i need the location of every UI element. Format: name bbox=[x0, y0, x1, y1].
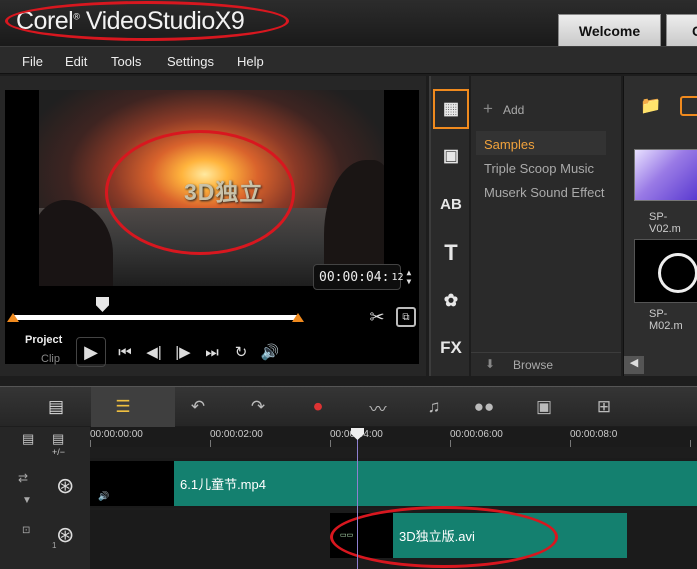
graphic-icon[interactable]: ✿ bbox=[431, 281, 471, 321]
subtitle-editor-icon[interactable]: ▣ bbox=[530, 395, 558, 419]
redo-icon[interactable]: ↷ bbox=[244, 395, 272, 419]
add-label: Add bbox=[502, 103, 525, 117]
clip-thumbnail: 🔊 bbox=[90, 461, 174, 506]
clip-audio-icon: 🔊 bbox=[98, 491, 110, 501]
library-item-samples[interactable]: Samples bbox=[484, 137, 535, 152]
menu-edit[interactable]: Edit bbox=[65, 54, 87, 69]
multi-camera-icon[interactable]: ⊞ bbox=[590, 395, 618, 419]
ruler-label-0: 00:00:00:00 bbox=[90, 429, 143, 440]
scrubber-track[interactable] bbox=[12, 315, 300, 320]
menu-settings[interactable]: Settings bbox=[167, 54, 214, 69]
library-navigation: + Add Samples Triple Scoop Music Muserk S… bbox=[471, 76, 621, 376]
preview-panel: 3D独立 ✂ ⧉ Project Clip ▶ ⏮ ◀| |▶ ⏭ ↻ 🔊 bbox=[0, 76, 426, 376]
add-button[interactable]: + Add bbox=[483, 99, 524, 119]
library-category-strip: ▦ ▣ AB T ✿ FX bbox=[429, 76, 469, 376]
video-clip[interactable]: 6.1儿童节.mp4 bbox=[174, 461, 697, 506]
browse-icon: ⬇ bbox=[485, 357, 496, 371]
scroll-left-icon[interactable]: ◀ bbox=[624, 356, 644, 374]
tab-capture[interactable]: C bbox=[666, 14, 697, 46]
menu-bar: File Edit Tools Settings Help bbox=[0, 46, 697, 74]
timecode-stepper-icon[interactable]: ▲ ▼ bbox=[407, 268, 412, 286]
play-icon[interactable]: ▶ bbox=[76, 337, 106, 367]
record-capture-icon[interactable]: ⏺ bbox=[304, 395, 332, 419]
mode-project[interactable]: Project bbox=[25, 334, 62, 346]
ruler-label-6: 00:00:06:00 bbox=[450, 429, 503, 440]
overlay-track-icon[interactable]: ⊛ bbox=[56, 522, 74, 548]
ruler-label-8: 00:00:08:0 bbox=[570, 429, 618, 440]
tab-welcome[interactable]: Welcome bbox=[558, 14, 661, 46]
zoom-controls[interactable]: +/− bbox=[52, 447, 65, 457]
title-icon[interactable]: T bbox=[431, 233, 471, 273]
menu-file[interactable]: File bbox=[22, 54, 43, 69]
volume-icon[interactable]: 🔊 bbox=[259, 342, 281, 362]
timeline-view-icon[interactable]: ☰ bbox=[109, 395, 137, 419]
ruler-label-2: 00:00:02:00 bbox=[210, 429, 263, 440]
repeat-icon[interactable]: ↻ bbox=[230, 342, 252, 362]
storyboard-view-icon[interactable]: ▤ bbox=[42, 395, 70, 419]
ruler-tick bbox=[450, 440, 451, 447]
motion-tracking-icon[interactable]: ●● bbox=[470, 395, 498, 419]
folder-icon[interactable]: 📁 bbox=[640, 96, 661, 116]
timecode-value: 00:00:04: bbox=[319, 269, 390, 285]
logo-highlight bbox=[5, 1, 289, 41]
filter-icon[interactable]: FX bbox=[431, 328, 471, 368]
timecode-display[interactable]: 00:00:04: 12 ▲ ▼ bbox=[313, 264, 411, 290]
ripple-edit-icon[interactable]: ⇄ bbox=[18, 471, 28, 485]
video-track-icon[interactable]: ⊛ bbox=[56, 473, 74, 499]
thumbnail-caption-sp-m02: SP-M02.m bbox=[649, 308, 683, 332]
library-item-triple-scoop-music[interactable]: Triple Scoop Music bbox=[484, 161, 594, 176]
thumbnail-sp-v02[interactable] bbox=[634, 149, 697, 201]
title-bar: Corel® VideoStudioX9 Welcome C bbox=[0, 0, 697, 46]
collapse-icon[interactable]: ▼ bbox=[22, 495, 32, 506]
enlarge-icon[interactable]: ⧉ bbox=[396, 307, 416, 327]
timecode-frames: 12 bbox=[391, 271, 404, 283]
undo-icon[interactable]: ↶ bbox=[184, 395, 212, 419]
browse-button[interactable]: ⬇ Browse bbox=[471, 352, 621, 376]
transition-icon[interactable]: AB bbox=[431, 184, 471, 224]
next-frame-icon[interactable]: |▶ bbox=[172, 342, 194, 362]
show-videos-icon[interactable] bbox=[680, 96, 697, 116]
ruler-tick bbox=[210, 440, 211, 447]
lock-icon[interactable]: ⊡ bbox=[22, 525, 30, 536]
caption-highlight bbox=[105, 130, 295, 255]
overlay-track: ▭▭ 3D独立版.avi bbox=[90, 506, 697, 569]
plus-icon: + bbox=[483, 99, 493, 118]
timeline-ruler[interactable]: 00:00:00:00 00:00:02:00 00:00:04:00 00:0… bbox=[90, 427, 697, 447]
auto-music-icon[interactable]: ♫ bbox=[420, 395, 448, 419]
add-chapter-icon[interactable]: ▤ bbox=[52, 431, 64, 447]
ruler-tick bbox=[90, 440, 91, 447]
video-track: 🔊 6.1儿童节.mp4 bbox=[90, 458, 697, 508]
preview-screen: 3D独立 bbox=[5, 90, 419, 364]
library-item-muserk-sound-effect[interactable]: Muserk Sound Effect bbox=[484, 185, 604, 200]
preview-frame: 3D独立 bbox=[39, 90, 384, 286]
ruler-tick bbox=[330, 440, 331, 447]
track-manager-icon[interactable]: ▤ bbox=[22, 431, 34, 447]
library-thumbnails: 📁 SP-V02.m SP-M02.m ◀ bbox=[623, 76, 697, 376]
media-library-icon[interactable]: ▦ bbox=[433, 89, 469, 129]
menu-tools[interactable]: Tools bbox=[111, 54, 141, 69]
playhead[interactable] bbox=[357, 431, 358, 569]
browse-label: Browse bbox=[513, 358, 554, 372]
scissors-icon[interactable]: ✂ bbox=[366, 306, 388, 328]
previous-frame-icon[interactable]: ◀| bbox=[143, 342, 165, 362]
track-header-panel: ▤ ▤ +/− ⇄ ▼ ⊛ ⊡ 1 ⊛ bbox=[0, 427, 90, 569]
trim-end-marker[interactable] bbox=[292, 313, 304, 322]
ruler-tick bbox=[570, 440, 571, 447]
thumbnail-caption-sp-v02: SP-V02.m bbox=[649, 211, 681, 235]
mode-clip[interactable]: Clip bbox=[41, 353, 60, 365]
timeline-toolbar: ▤ ☰ ↶ ↷ ⏺ 〰 ♫ ●● ▣ ⊞ bbox=[0, 386, 697, 427]
menu-help[interactable]: Help bbox=[237, 54, 264, 69]
audio-disc-icon bbox=[658, 253, 697, 293]
instant-project-icon[interactable]: ▣ bbox=[431, 136, 471, 176]
home-icon[interactable]: ⏮ bbox=[114, 342, 136, 362]
trim-start-marker[interactable] bbox=[7, 313, 19, 322]
overlay-clip-highlight bbox=[330, 506, 558, 568]
ruler-tick bbox=[690, 440, 691, 447]
sound-mixer-icon[interactable]: 〰 bbox=[364, 395, 392, 419]
thumbnail-sp-m02[interactable] bbox=[634, 239, 697, 303]
end-icon[interactable]: ⏭ bbox=[201, 342, 223, 362]
